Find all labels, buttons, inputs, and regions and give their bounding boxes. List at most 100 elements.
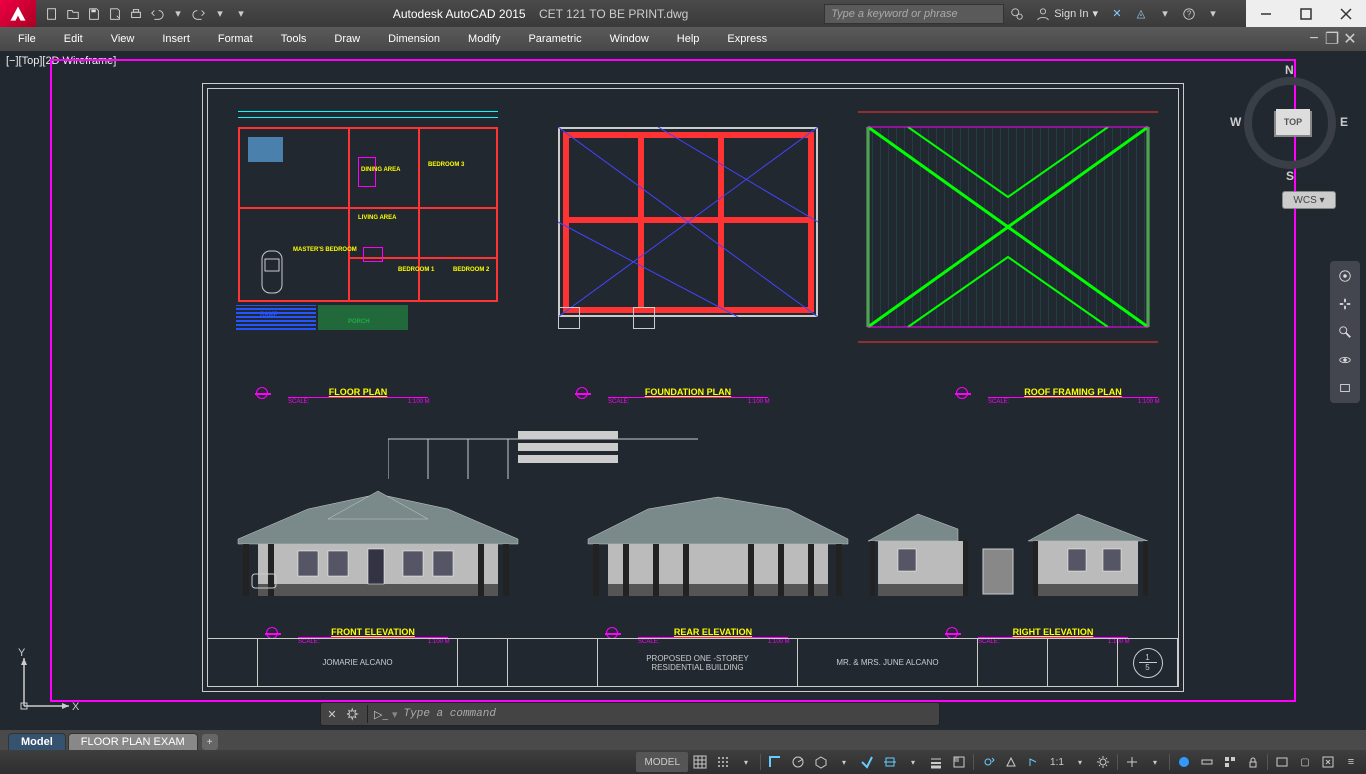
title-block: JOMARIE ALCANO PROPOSED ONE -STOREY RESI… [208,638,1178,686]
signin-button[interactable]: Sign In ▾ [1032,7,1102,21]
redo-icon[interactable] [189,4,209,24]
sb-isolate-icon[interactable]: ▢ [1294,752,1316,772]
sb-dynamic-ucs-icon[interactable] [1023,752,1045,772]
menu-parametric[interactable]: Parametric [514,30,595,48]
help-icon[interactable]: ? [1180,5,1198,23]
menu-modify[interactable]: Modify [454,30,514,48]
undo-icon[interactable] [147,4,167,24]
viewcube-w[interactable]: W [1230,115,1241,129]
menu-dimension[interactable]: Dimension [374,30,454,48]
sb-quickprops-icon[interactable] [1219,752,1241,772]
sb-ortho-icon[interactable] [764,752,786,772]
navigation-bar [1330,261,1360,403]
search-icon[interactable] [1008,5,1026,23]
sb-modelspace[interactable]: MODEL [636,752,688,772]
pan-icon[interactable] [1334,293,1356,315]
exchange-icon[interactable]: ✕ [1108,5,1126,23]
menu-window[interactable]: Window [596,30,663,48]
menu-insert[interactable]: Insert [148,30,204,48]
quick-access-toolbar: ▾ ▾ ▾ [36,4,257,24]
sb-transparency-icon[interactable] [948,752,970,772]
sb-iso-drop[interactable]: ▾ [833,752,855,772]
sb-polar-icon[interactable] [787,752,809,772]
menu-view[interactable]: View [97,30,149,48]
viewcube-e[interactable]: E [1340,115,1348,129]
qat-customize-icon[interactable]: ▾ [231,4,251,24]
wcs-button[interactable]: WCS ▾ [1282,191,1336,209]
dropdown-icon[interactable]: ▾ [1156,5,1174,23]
redo-drop-icon[interactable]: ▾ [210,4,230,24]
sb-customization-icon[interactable]: ≡ [1340,752,1362,772]
autodesk360-icon[interactable]: ◬ [1132,5,1150,23]
menu-help[interactable]: Help [663,30,714,48]
sb-osnap-drop[interactable]: ▾ [902,752,924,772]
viewcube-n[interactable]: N [1285,63,1294,77]
saveas-icon[interactable] [105,4,125,24]
foundation-scale: 1:100 M [748,399,770,405]
infocenter-search[interactable]: Type a keyword or phrase [824,4,1004,24]
close-button[interactable] [1326,0,1366,27]
room-master: MASTER'S BEDROOM [293,247,357,253]
cmdline-close-icon[interactable]: ✕ [321,703,343,725]
foundation-plan-title: FOUNDATION PLAN [608,387,768,398]
viewcube-s[interactable]: S [1286,169,1294,183]
showmotion-icon[interactable] [1334,377,1356,399]
sb-annotation-monitor-icon[interactable] [1173,752,1195,772]
steering-wheel-icon[interactable] [1334,265,1356,287]
tab-model[interactable]: Model [8,733,66,750]
sb-grid-icon[interactable] [689,752,711,772]
room-ramp: RAMP [260,312,278,318]
menu-tools[interactable]: Tools [267,30,321,48]
sb-selection-cycling-icon[interactable] [977,752,999,772]
ucs-icon[interactable]: XY [14,646,84,716]
menu-express[interactable]: Express [713,30,781,48]
menu-draw[interactable]: Draw [320,30,374,48]
viewcube-top[interactable]: TOP [1276,109,1310,135]
undo-drop-icon[interactable]: ▾ [168,4,188,24]
sb-ws-drop[interactable]: ▾ [1144,752,1166,772]
title-marker [576,387,588,399]
menu-format[interactable]: Format [204,30,267,48]
sb-annoscale[interactable]: 1:1 [1046,752,1068,772]
new-icon[interactable] [42,4,62,24]
doc-restore-icon[interactable]: ❐ [1324,31,1340,47]
drawing-viewport[interactable]: [−][Top][2D Wireframe] [0,51,1366,730]
orbit-icon[interactable] [1334,349,1356,371]
sb-cleanscreen-icon[interactable] [1317,752,1339,772]
command-line[interactable]: ✕ ▷_ ▾ Type a command [320,702,940,726]
menu-edit[interactable]: Edit [50,30,97,48]
sb-isodraft-icon[interactable] [810,752,832,772]
right-elevation [858,469,1158,609]
sb-osnap-icon[interactable] [856,752,878,772]
sb-annoscale-drop[interactable]: ▾ [1069,752,1091,772]
tab-layout1[interactable]: FLOOR PLAN EXAM [68,733,198,750]
viewcube[interactable]: TOP N S E W [1230,63,1350,183]
sb-otrack-icon[interactable] [879,752,901,772]
sb-snap-icon[interactable] [712,752,734,772]
sb-units-icon[interactable] [1196,752,1218,772]
sb-3dosnap-icon[interactable] [1000,752,1022,772]
sb-gear-icon[interactable] [1092,752,1114,772]
add-layout-button[interactable]: + [202,734,218,750]
help-drop-icon[interactable]: ▾ [1204,5,1222,23]
plot-icon[interactable] [126,4,146,24]
maximize-button[interactable] [1286,0,1326,27]
sb-snap-drop[interactable]: ▾ [735,752,757,772]
floor-plan-scale-label: SCALE: [288,399,309,405]
open-icon[interactable] [63,4,83,24]
room-bed3: BEDROOM 3 [428,162,464,168]
zoom-extents-icon[interactable] [1334,321,1356,343]
app-menu-button[interactable] [0,0,36,27]
menu-file[interactable]: File [4,30,50,48]
sb-hardware-accel-icon[interactable] [1271,752,1293,772]
doc-minimize-icon[interactable]: − [1306,31,1322,47]
minimize-button[interactable] [1246,0,1286,27]
cmdline-input[interactable]: Type a command [398,708,496,720]
sb-lockui-icon[interactable] [1242,752,1264,772]
save-icon[interactable] [84,4,104,24]
room-bed1: BEDROOM 1 [398,267,434,273]
doc-close-icon[interactable]: ✕ [1342,31,1358,47]
cmdline-customize-icon[interactable] [343,703,365,725]
sb-workspace-icon[interactable] [1121,752,1143,772]
sb-lineweight-icon[interactable] [925,752,947,772]
